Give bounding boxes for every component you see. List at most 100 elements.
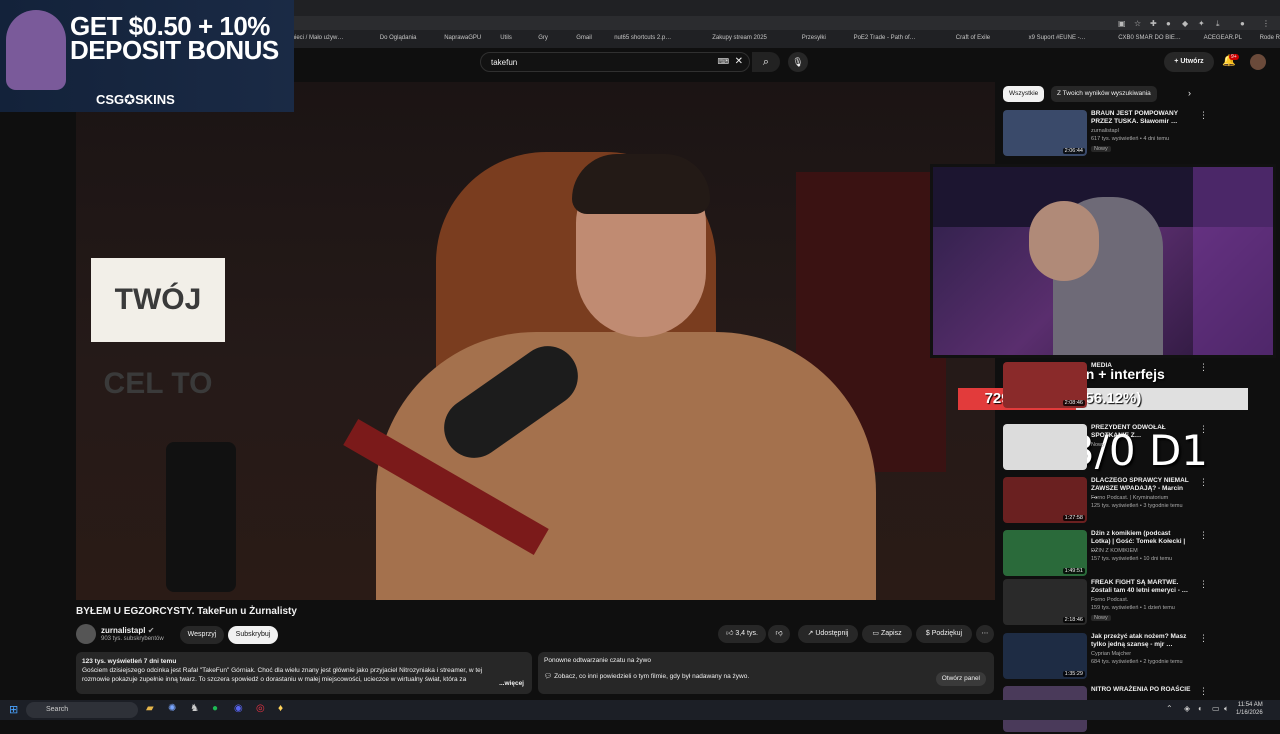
description-text: Gościem dzisiejszego odcinka jest Rafał … — [82, 667, 483, 683]
create-label: Utwórz — [1180, 58, 1204, 65]
like-button[interactable]: 👍︎ 3,4 tys. — [718, 625, 766, 643]
channel-avatar[interactable] — [76, 624, 96, 644]
show-more-link[interactable]: ...więcej — [499, 679, 524, 688]
app-icon[interactable]: ✺ — [168, 703, 176, 714]
bookmark-item[interactable]: Gry — [538, 35, 548, 41]
video-description[interactable]: 123 tys. wyświetleń 7 dni temu Gościem d… — [76, 652, 532, 694]
system-clock[interactable]: 11:54 AM 1/16/2026 — [1236, 701, 1263, 717]
puzzle-icon[interactable]: ✦ — [1198, 19, 1205, 28]
thanks-button[interactable]: $ Podziękuj — [916, 625, 972, 643]
more-options-icon[interactable]: ⋮ — [1199, 530, 1208, 541]
recommended-video[interactable]: PREZYDENT ODWOŁAŁ SPOTKANIE Z… Nowy ⋮ — [1003, 424, 1208, 472]
recommended-video[interactable]: 2:06:44 BRAUN JEST POMPOWANY PRZEZ TUSKA.… — [1003, 110, 1208, 158]
menu-icon[interactable]: ⋮ — [1262, 19, 1270, 28]
share-button[interactable]: ↗ Udostępnij — [798, 625, 858, 643]
bookmark-item[interactable]: Rode RODE NT1S-A… — [1260, 35, 1280, 41]
extension-icon[interactable]: ▣ — [1118, 19, 1126, 28]
more-actions-button[interactable]: ⋯ — [976, 625, 994, 643]
voice-search-button[interactable]: 🎙 — [788, 52, 808, 72]
search-input[interactable]: takefun ⌨ ✕ — [480, 52, 750, 72]
chat-replay-text: Zobacz, co inni powiedzieli o tym filmie… — [554, 673, 750, 680]
clock-date: 1/16/2026 — [1236, 710, 1263, 716]
extension-icon[interactable]: ● — [1166, 19, 1171, 28]
clear-icon[interactable]: ✕ — [735, 56, 743, 67]
profile-icon[interactable]: ● — [1240, 19, 1245, 28]
network-icon[interactable]: ▭ — [1212, 704, 1220, 713]
channel-name[interactable]: zurnalistapl ✔ — [101, 626, 154, 635]
more-options-icon[interactable]: ⋮ — [1199, 579, 1208, 590]
tray-icon[interactable]: ◐ — [1198, 704, 1203, 713]
chrome-icon[interactable]: ◎ — [256, 703, 265, 714]
purple-light — [1193, 167, 1273, 355]
chip-from-search[interactable]: Z Twoich wyników wyszukiwania — [1051, 86, 1157, 102]
video-thumbnail[interactable]: 2:08:46 — [1003, 362, 1087, 408]
more-options-icon[interactable]: ⋮ — [1199, 110, 1208, 121]
subscriber-count: 903 tys. subskrybentów — [101, 636, 164, 642]
extension-icon[interactable]: ◆ — [1182, 19, 1188, 28]
search-button[interactable]: ⌕ — [752, 52, 780, 72]
volume-icon[interactable]: 🔈︎ — [1224, 704, 1229, 714]
more-options-icon[interactable]: ⋮ — [1199, 633, 1208, 644]
subscribe-button[interactable]: Subskrybuj — [228, 626, 278, 644]
bookmark-item[interactable]: Gmail — [576, 35, 592, 41]
bookmark-item[interactable]: Craft of Exile — [956, 35, 990, 41]
bookmark-item[interactable]: NaprawaGPU — [444, 35, 481, 41]
tray-chevron-icon[interactable]: ⌃ — [1166, 704, 1173, 713]
ad-line-2: DEPOSIT BONUS — [70, 35, 279, 65]
recommended-channel: Forno Podcast. — [1091, 597, 1129, 603]
recommended-video[interactable]: 2:18:46 FREAK FIGHT SĄ MARTWE. Zostali ta… — [1003, 579, 1208, 627]
recommended-video[interactable]: 1:35:29 Jak przeżyć atak nożem? Masz tylk… — [1003, 633, 1208, 681]
more-options-icon[interactable]: ⋮ — [1199, 424, 1208, 435]
extension-icon[interactable]: ✚ — [1150, 19, 1157, 28]
star-icon[interactable]: ☆ — [1134, 19, 1141, 28]
bookmark-item[interactable]: CXB0 SMAR DO BIE… — [1118, 35, 1181, 41]
more-options-icon[interactable]: ⋮ — [1199, 686, 1208, 697]
recommended-title: BRAUN JEST POMPOWANY PRZEZ TUSKA. Sławom… — [1091, 110, 1178, 125]
keyboard-icon[interactable]: ⌨ — [717, 57, 729, 66]
app-icon[interactable]: ♦ — [278, 703, 283, 714]
person-hair — [572, 154, 710, 214]
bookmark-item[interactable]: Utils — [500, 35, 512, 41]
speaker — [166, 442, 236, 592]
new-badge: Nowy — [1091, 146, 1111, 152]
video-thumbnail[interactable]: 2:06:44 — [1003, 110, 1087, 156]
tray-icon[interactable]: ◈ — [1184, 704, 1190, 713]
video-thumbnail[interactable]: 1:35:29 — [1003, 633, 1087, 679]
bookmark-item[interactable]: Przesyłki — [802, 35, 826, 41]
windows-start-icon[interactable]: ⊞ — [9, 703, 18, 716]
bookmark-item[interactable]: PoE2 Trade - Path of… — [854, 35, 916, 41]
download-icon[interactable]: ⤓ — [1216, 19, 1220, 29]
dislike-button[interactable]: 👎︎ — [768, 625, 790, 643]
recommended-video[interactable]: 2:08:46 MEDIA ⋮ — [1003, 362, 1208, 410]
create-button[interactable]: + Utwórz — [1164, 52, 1214, 72]
video-player[interactable]: TWÓJ CEL TO — [76, 82, 995, 600]
chip-all[interactable]: Wszystkie — [1003, 86, 1045, 102]
video-thumbnail[interactable]: 1:49:51 — [1003, 530, 1087, 576]
bookmark-item[interactable]: ACEGEAR.PL — [1204, 35, 1242, 41]
recommended-video[interactable]: 1:27:58 DLACZEGO SPRAWCY NIEMAL ZAWSZE WP… — [1003, 477, 1208, 525]
taskbar-search[interactable]: Search — [26, 702, 138, 718]
bookmark-item[interactable]: nut65 shortcuts 2.p… — [614, 35, 671, 41]
video-thumbnail[interactable] — [1003, 424, 1087, 470]
video-thumbnail[interactable]: 1:27:58 — [1003, 477, 1087, 523]
file-explorer-icon[interactable]: ▰ — [146, 703, 154, 714]
bookmark-icon: ▭ — [872, 630, 880, 637]
app-icon[interactable]: ♞ — [190, 703, 199, 714]
more-options-icon[interactable]: ⋮ — [1199, 477, 1208, 488]
support-button[interactable]: Wesprzyj — [180, 626, 224, 644]
bookmark-item[interactable]: Do Oglądania — [380, 35, 417, 41]
open-panel-button[interactable]: Otwórz panel — [935, 672, 986, 686]
discord-icon[interactable]: ◉ — [234, 703, 243, 714]
more-options-icon[interactable]: ⋮ — [1199, 362, 1208, 373]
recommended-title: Jak przeżyć atak nożem? Masz tylko jedną… — [1091, 633, 1187, 648]
save-button[interactable]: ▭ Zapisz — [862, 625, 912, 643]
bookmark-item[interactable]: x9 Suport #EUNE -… — [1029, 35, 1086, 41]
account-avatar[interactable] — [1250, 54, 1266, 70]
chevron-right-icon[interactable]: › — [1188, 88, 1191, 98]
bookmark-item[interactable]: Śmieci / Mało używ… — [286, 35, 343, 41]
spotify-icon[interactable]: ● — [212, 703, 218, 714]
video-thumbnail[interactable]: 2:18:46 — [1003, 579, 1087, 625]
recommended-video[interactable]: 1:49:51 Dżin z komikiem (podcast Lotka) |… — [1003, 530, 1208, 578]
recommended-stats: 157 tys. wyświetleń • 10 dni temu — [1091, 556, 1173, 562]
bookmark-item[interactable]: Zakupy stream 2025 — [712, 35, 767, 41]
